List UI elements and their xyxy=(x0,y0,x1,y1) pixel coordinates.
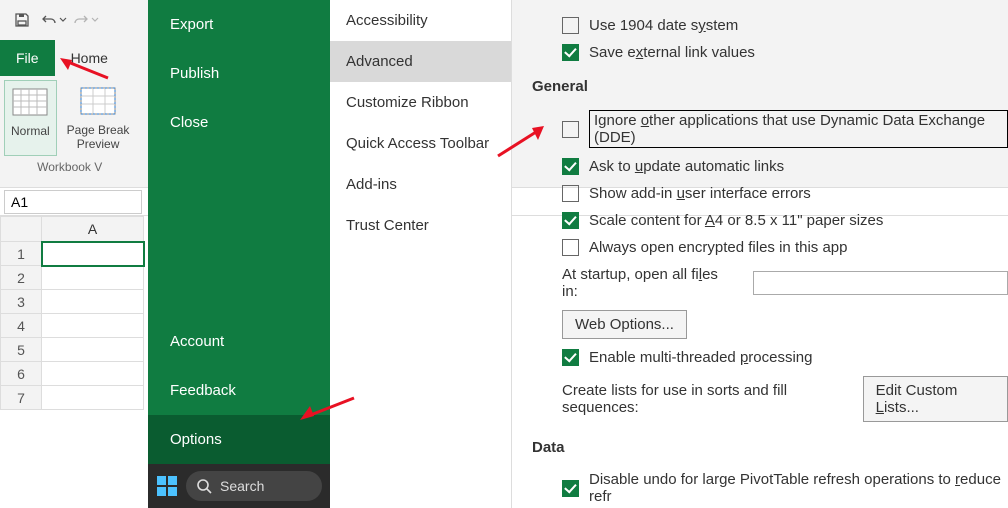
backstage-menu: Export Publish Close Account Feedback Op… xyxy=(148,0,330,508)
optcat-add-ins[interactable]: Add-ins xyxy=(330,164,511,205)
cell[interactable] xyxy=(42,314,144,338)
select-all-corner[interactable] xyxy=(0,216,42,242)
checkbox-enable-multithread[interactable] xyxy=(562,349,579,366)
page-break-icon xyxy=(79,84,117,122)
button-web-options[interactable]: Web Options... xyxy=(562,310,687,339)
windows-start-icon[interactable] xyxy=(156,475,178,497)
optcat-quick-access-toolbar[interactable]: Quick Access Toolbar xyxy=(330,123,511,164)
backstage-options[interactable]: Options xyxy=(148,415,330,464)
checkbox-show-addin-errors[interactable] xyxy=(562,185,579,202)
backstage-close[interactable]: Close xyxy=(148,98,330,147)
page-break-preview-button[interactable]: Page Break Preview xyxy=(61,80,136,156)
cell[interactable] xyxy=(42,338,144,362)
page-break-label: Page Break Preview xyxy=(67,124,130,152)
label-disable-undo-pivot: Disable undo for large PivotTable refres… xyxy=(589,471,1008,505)
save-icon[interactable] xyxy=(8,6,36,34)
label-enable-multithread: Enable multi-threaded processing xyxy=(589,349,812,366)
label-use-1904: Use 1904 date system xyxy=(589,17,738,34)
options-panel: Use 1904 date system Save external link … xyxy=(512,0,1008,508)
label-ignore-dde: Ignore other applications that use Dynam… xyxy=(589,110,1008,148)
col-header-a[interactable]: A xyxy=(42,216,144,242)
normal-view-button[interactable]: Normal xyxy=(4,80,57,156)
optcat-advanced[interactable]: Advanced xyxy=(330,41,511,82)
windows-taskbar: Search xyxy=(148,464,330,508)
label-create-lists: Create lists for use in sorts and fill s… xyxy=(562,382,845,416)
section-data: Data xyxy=(532,439,1008,456)
row-header[interactable]: 5 xyxy=(0,338,42,362)
optcat-trust-center[interactable]: Trust Center xyxy=(330,205,511,246)
undo-button[interactable] xyxy=(40,6,68,34)
cell[interactable] xyxy=(42,386,144,410)
label-show-addin-errors: Show add-in user interface errors xyxy=(589,185,811,202)
cell-a1[interactable] xyxy=(42,242,144,266)
chevron-down-icon xyxy=(91,16,99,24)
options-categories: Accessibility Advanced Customize Ribbon … xyxy=(330,0,512,508)
label-ask-update: Ask to update automatic links xyxy=(589,158,784,175)
row-header[interactable]: 2 xyxy=(0,266,42,290)
checkbox-ignore-dde[interactable] xyxy=(562,121,579,138)
grid-icon xyxy=(11,85,49,123)
redo-button xyxy=(72,6,100,34)
search-icon xyxy=(196,478,212,494)
section-general: General xyxy=(532,78,1008,95)
row-header[interactable]: 4 xyxy=(0,314,42,338)
tab-file[interactable]: File xyxy=(0,40,55,76)
row-header[interactable]: 6 xyxy=(0,362,42,386)
chevron-down-icon[interactable] xyxy=(59,16,67,24)
optcat-accessibility[interactable]: Accessibility xyxy=(330,0,511,41)
input-startup-path[interactable] xyxy=(753,271,1008,295)
ribbon-group-label: Workbook V xyxy=(37,160,102,174)
label-startup-open: At startup, open all files in: xyxy=(562,266,735,300)
cell[interactable] xyxy=(42,266,144,290)
taskbar-search[interactable]: Search xyxy=(186,471,322,501)
checkbox-scale-content[interactable] xyxy=(562,212,579,229)
row-header[interactable]: 3 xyxy=(0,290,42,314)
normal-view-label: Normal xyxy=(11,125,50,139)
row-header[interactable]: 1 xyxy=(0,242,42,266)
optcat-customize-ribbon[interactable]: Customize Ribbon xyxy=(330,82,511,123)
checkbox-always-encrypted[interactable] xyxy=(562,239,579,256)
label-scale-content: Scale content for A4 or 8.5 x 11" paper … xyxy=(589,212,883,229)
search-placeholder: Search xyxy=(220,478,264,494)
button-edit-custom-lists[interactable]: Edit Custom Lists... xyxy=(863,376,1008,422)
label-save-external: Save external link values xyxy=(589,44,755,61)
backstage-account[interactable]: Account xyxy=(148,317,330,366)
checkbox-use-1904[interactable] xyxy=(562,17,579,34)
row-header[interactable]: 7 xyxy=(0,386,42,410)
backstage-feedback[interactable]: Feedback xyxy=(148,366,330,415)
cell[interactable] xyxy=(42,362,144,386)
checkbox-ask-update[interactable] xyxy=(562,158,579,175)
name-box[interactable] xyxy=(4,190,142,214)
tab-home[interactable]: Home xyxy=(55,40,124,76)
ribbon-group-views: Normal Page Break Preview Workbook V xyxy=(4,80,135,174)
label-always-encrypted: Always open encrypted files in this app xyxy=(589,239,847,256)
checkbox-save-external[interactable] xyxy=(562,44,579,61)
backstage-export[interactable]: Export xyxy=(148,0,330,49)
backstage-publish[interactable]: Publish xyxy=(148,49,330,98)
cell[interactable] xyxy=(42,290,144,314)
checkbox-disable-undo-pivot[interactable] xyxy=(562,480,579,497)
